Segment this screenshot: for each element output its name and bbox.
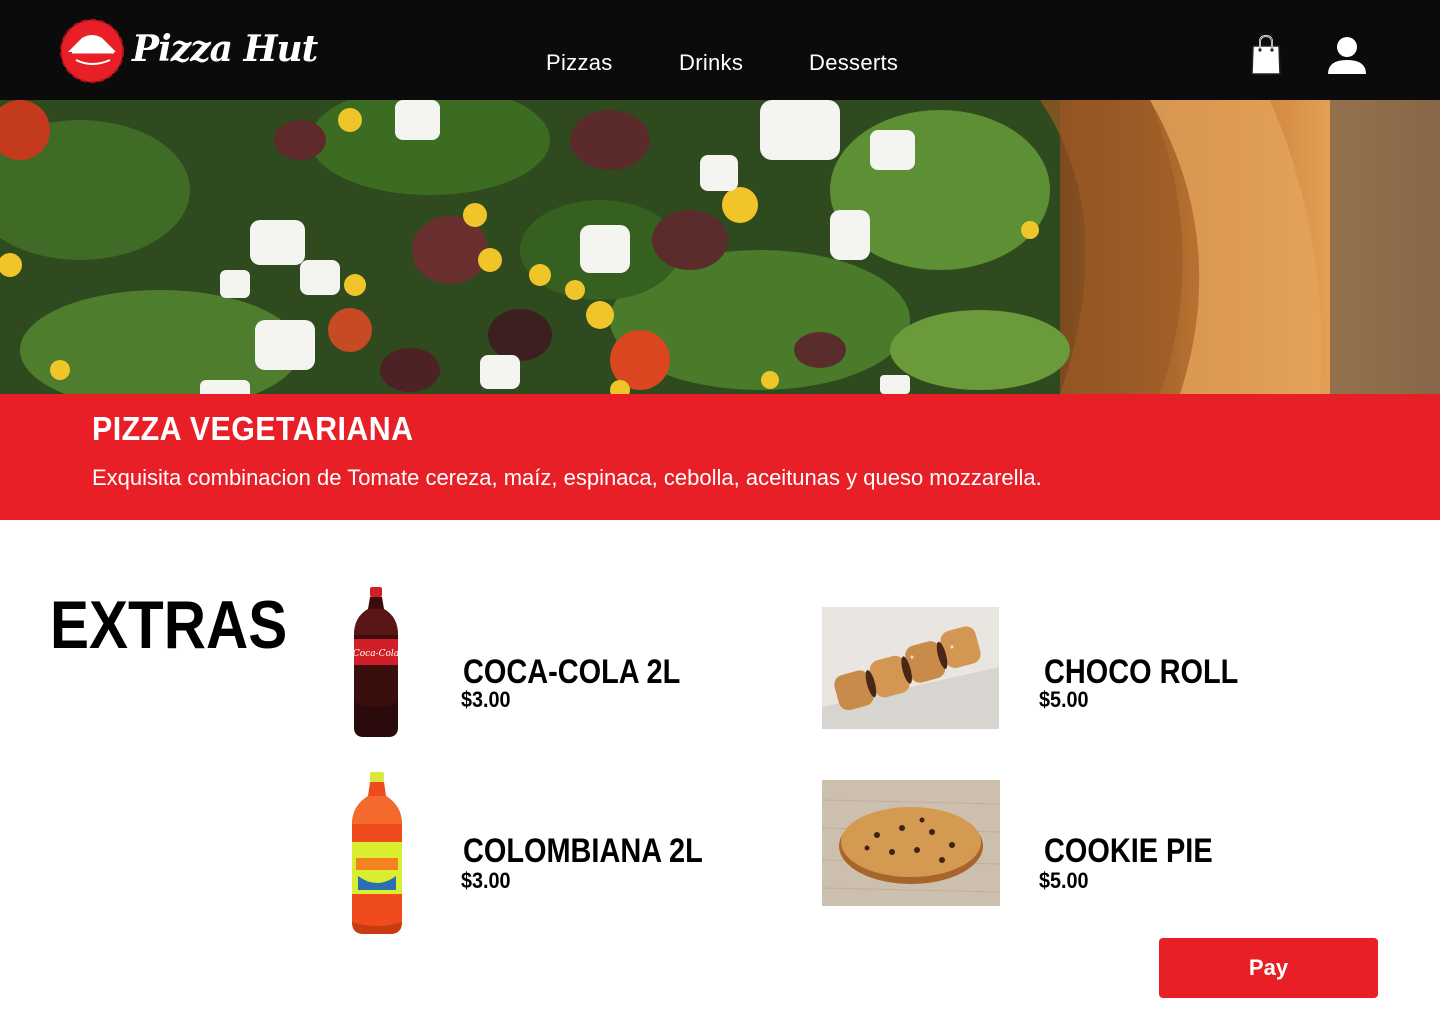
product-description: Exquisita combinacion de Tomate cereza, …	[92, 465, 1042, 490]
shopping-bag-icon[interactable]	[1249, 34, 1283, 76]
item-name: COOKIE PIE	[1044, 832, 1213, 870]
cookie-pie-image	[822, 780, 1000, 906]
product-title: PIZZA VEGETARIANA	[92, 410, 414, 447]
item-price: $3.00	[461, 868, 511, 893]
hero-pizza-image	[0, 100, 1440, 394]
extra-item-choco-roll[interactable]: CHOCO ROLL $5.00	[822, 605, 1382, 735]
top-navbar: Pizza Hut Pizzas Drinks Desserts	[0, 0, 1440, 100]
extras-heading: EXTRAS	[50, 587, 288, 663]
pizza-closeup-image	[0, 100, 1440, 394]
item-price: $5.00	[1039, 687, 1089, 712]
product-banner: PIZZA VEGETARIANA Exquisita combinacion …	[0, 394, 1440, 520]
extra-item-colombiana[interactable]: COLOMBIANA 2L $3.00	[340, 770, 780, 940]
nav-item-pizzas[interactable]: Pizzas	[546, 50, 613, 76]
user-icon[interactable]	[1326, 36, 1368, 76]
extra-item-cookie-pie[interactable]: COOKIE PIE $5.00	[822, 780, 1382, 910]
choco-roll-image	[822, 607, 999, 729]
item-price: $5.00	[1039, 868, 1089, 893]
pay-button[interactable]: Pay	[1159, 938, 1378, 998]
item-price: $3.00	[461, 687, 511, 712]
coca-cola-bottle-image: Coca-Cola	[353, 587, 399, 737]
nav-item-drinks[interactable]: Drinks	[679, 50, 743, 76]
nav-item-desserts[interactable]: Desserts	[809, 50, 898, 76]
svg-text:Coca-Cola: Coca-Cola	[353, 649, 399, 659]
extra-item-coca-cola[interactable]: Coca-Cola COCA-COLA 2L $3.00	[340, 585, 760, 745]
item-name: COLOMBIANA 2L	[463, 832, 703, 870]
main-nav: Pizzas Drinks Desserts	[0, 50, 1440, 80]
colombiana-bottle-image	[352, 772, 402, 934]
